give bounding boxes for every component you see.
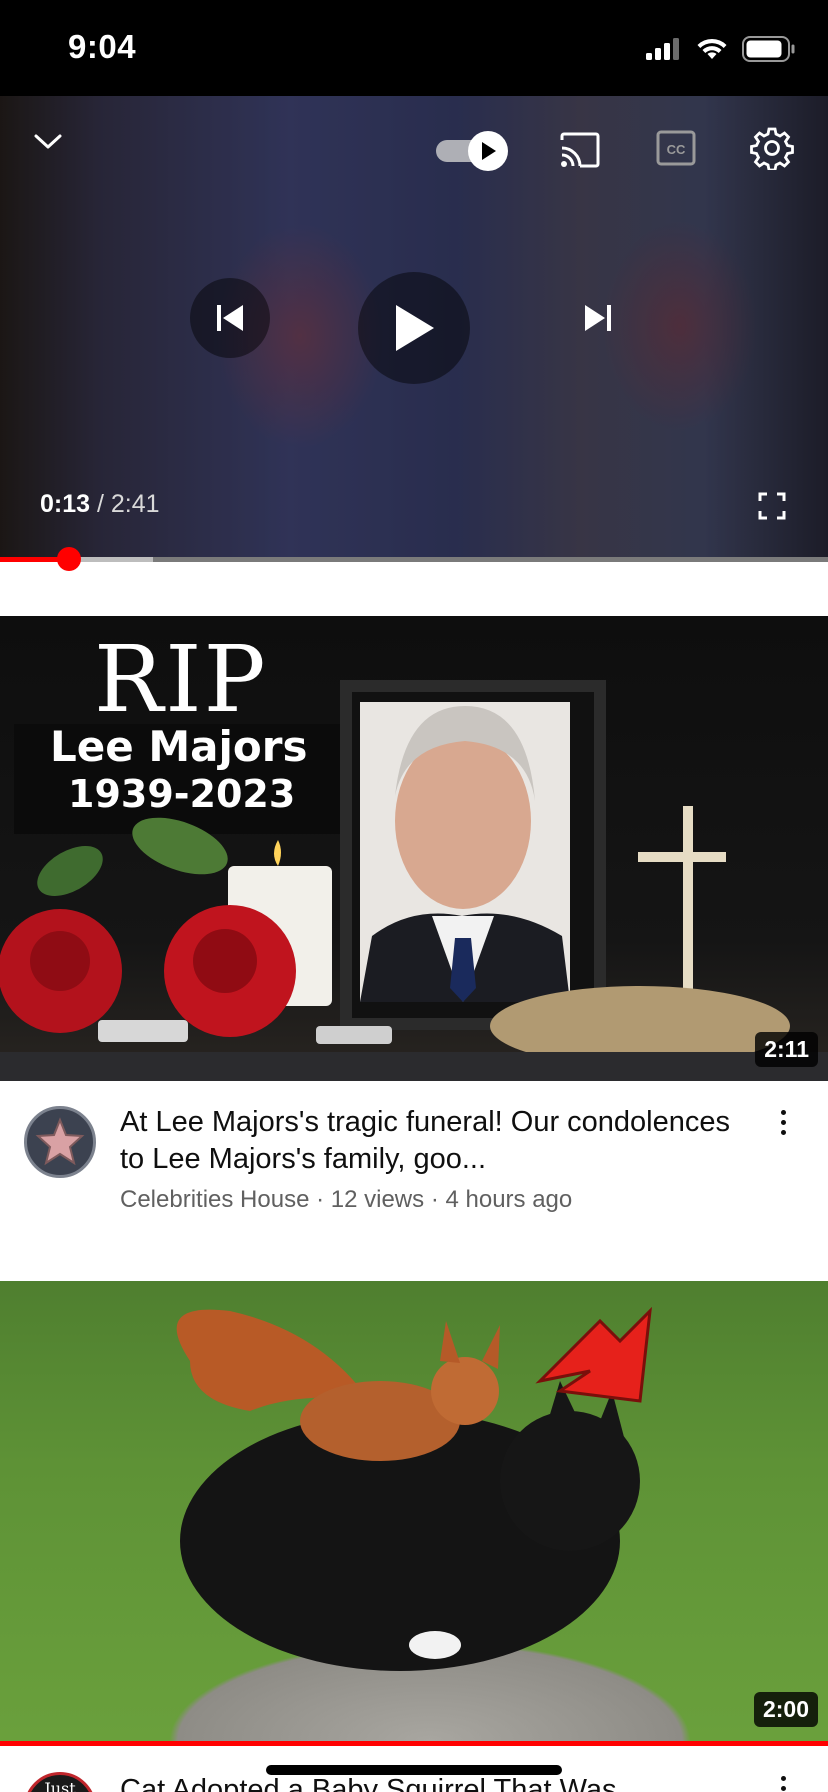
view-count: 12 views (330, 1186, 425, 1213)
cast-icon[interactable] (558, 130, 602, 170)
upload-age: 4 hours ago (445, 1186, 573, 1213)
battery-icon (742, 36, 795, 62)
autoplay-toggle[interactable] (434, 131, 510, 171)
more-options-button[interactable] (778, 1776, 788, 1792)
thumbnail-artwork (176, 1306, 652, 1671)
channel-avatar[interactable] (24, 1106, 96, 1178)
time-separator: / (90, 490, 111, 518)
previous-button[interactable] (190, 278, 270, 358)
current-time: 0:13 (40, 490, 91, 518)
more-dot (780, 1120, 786, 1125)
settings-gear-icon[interactable] (750, 126, 794, 170)
autoplay-toggle-icon (436, 131, 508, 171)
video-title[interactable]: Cat Adopted a Baby Squirrel That Was (120, 1772, 738, 1792)
progress-scrubber-handle[interactable] (56, 547, 81, 571)
video-title[interactable]: At Lee Majors's tragic funeral! Our cond… (120, 1104, 738, 1178)
svg-text:CC: CC (667, 142, 686, 157)
next-button[interactable] (558, 278, 638, 358)
more-options-button[interactable] (778, 1110, 788, 1135)
thumbnail-rip-text: RIP (94, 626, 268, 733)
more-dot (780, 1110, 786, 1115)
video-subtitle: Celebrities House · 12 views · 4 hours a… (120, 1186, 572, 1214)
cellular-signal-icon (646, 38, 679, 60)
channel-avatar-label: Just (44, 1778, 76, 1792)
time-readout: 0:13 / 2:41 (40, 490, 160, 519)
video-thumbnail[interactable]: 2:00 (0, 1281, 828, 1741)
duration-badge: 2:11 (755, 1032, 818, 1067)
duration-badge: 2:00 (753, 1692, 818, 1727)
channel-name[interactable]: Celebrities House (120, 1186, 309, 1213)
watched-progress-bar (0, 1741, 828, 1746)
more-dot (780, 1786, 786, 1791)
play-icon (396, 305, 434, 351)
next-icon (585, 305, 611, 331)
meta-separator: · (430, 1186, 439, 1213)
fullscreen-icon[interactable] (758, 492, 786, 520)
captions-icon[interactable]: CC (656, 130, 696, 166)
home-indicator[interactable] (266, 1765, 562, 1775)
status-icons (646, 36, 796, 62)
thumbnail-name-text: Lee Majors (50, 722, 308, 771)
wifi-icon (697, 38, 727, 59)
video-thumbnail[interactable]: RIP Lee Majors 1939-2023 2:11 (0, 616, 828, 1081)
star-icon (35, 1117, 85, 1166)
status-time: 9:04 (68, 28, 137, 65)
progress-bar[interactable] (0, 547, 828, 571)
more-dot (780, 1776, 786, 1781)
play-button[interactable] (358, 272, 470, 384)
more-dot (780, 1130, 786, 1135)
thumbnail-years-text: 1939-2023 (68, 772, 296, 816)
status-bar: 9:04 (0, 0, 828, 96)
video-player[interactable]: CC 0:13 / 2:41 (0, 96, 828, 560)
collapse-chevron-icon[interactable] (30, 130, 66, 154)
video-meta[interactable]: At Lee Majors's tragic funeral! Our cond… (0, 1100, 828, 1213)
previous-icon (217, 305, 243, 331)
meta-separator: · (316, 1186, 325, 1213)
total-time: 2:41 (110, 490, 160, 518)
channel-avatar[interactable]: Just (24, 1772, 96, 1792)
